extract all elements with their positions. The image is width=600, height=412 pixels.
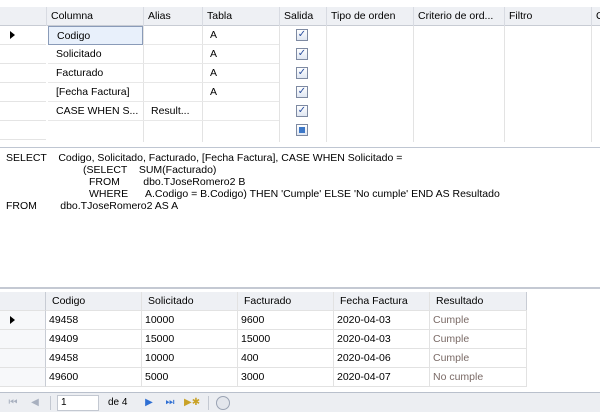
column-header-alias[interactable]: Alias: [143, 7, 202, 26]
criteria-column-cell[interactable]: Solicitado: [48, 45, 143, 64]
sql-line[interactable]: WHERE A.Codigo = B.Codigo) THEN 'Cumple'…: [89, 188, 500, 200]
results-header-row: Codigo Solicitado Facturado Fecha Factur…: [0, 292, 527, 311]
column-header-criterio-orden[interactable]: Criterio de ord...: [413, 7, 504, 26]
row-selector[interactable]: [0, 83, 46, 102]
criteria-row[interactable]: Facturado A ✓: [0, 64, 600, 83]
output-checkbox-indeterminate[interactable]: [296, 124, 308, 136]
criteria-table-cell[interactable]: A: [202, 64, 279, 83]
criteria-column-cell[interactable]: Codigo: [48, 26, 143, 45]
record-navigator: ⏮ ◀ 1 de 4 ▶ ⏭ ▶✱: [0, 392, 600, 412]
result-cell-codigo[interactable]: 49458: [46, 349, 142, 368]
current-row-arrow-icon: [10, 31, 15, 39]
criteria-row[interactable]: [Fecha Factura] A ✓: [0, 83, 600, 102]
criteria-row[interactable]: CASE WHEN S... Result... ✓: [0, 102, 600, 121]
result-cell-facturado[interactable]: 15000: [238, 330, 334, 349]
results-row-selector[interactable]: [0, 330, 46, 349]
result-cell-codigo[interactable]: 49600: [46, 368, 142, 387]
criteria-table-cell[interactable]: [202, 102, 279, 121]
result-cell-fecha[interactable]: 2020-04-03: [334, 330, 430, 349]
results-row-selector[interactable]: [0, 368, 46, 387]
sql-line[interactable]: FROM dbo.TJoseRomero2 B: [89, 176, 245, 188]
record-count-label: de 4: [108, 397, 128, 408]
results-row-selector-header: [0, 292, 46, 311]
next-record-icon[interactable]: ▶: [142, 396, 156, 410]
column-header-filtro[interactable]: Filtro: [504, 7, 591, 26]
column-header-o[interactable]: O: [591, 7, 600, 26]
navigator-separator: [208, 396, 209, 410]
criteria-row[interactable]: Codigo A ✓: [0, 26, 600, 45]
criteria-table-cell[interactable]: A: [202, 45, 279, 64]
result-cell-fecha[interactable]: 2020-04-03: [334, 311, 430, 330]
result-cell-resultado[interactable]: Cumple: [430, 311, 527, 330]
criteria-new-row[interactable]: [0, 121, 600, 140]
output-checkbox[interactable]: ✓: [296, 67, 308, 79]
output-checkbox[interactable]: ✓: [296, 105, 308, 117]
criteria-column-cell[interactable]: CASE WHEN S...: [48, 102, 143, 121]
column-header-tipo-orden[interactable]: Tipo de orden: [326, 7, 413, 26]
row-selector[interactable]: [0, 26, 46, 45]
current-row-arrow-icon: [10, 316, 15, 324]
navigator-separator: [50, 396, 51, 410]
sql-line[interactable]: (SELECT SUM(Facturado): [83, 164, 216, 176]
results-row-selector[interactable]: [0, 349, 46, 368]
output-checkbox[interactable]: ✓: [296, 86, 308, 98]
criteria-table-cell[interactable]: A: [202, 26, 279, 45]
last-record-icon[interactable]: ⏭: [163, 396, 177, 410]
results-header-facturado[interactable]: Facturado: [238, 292, 334, 311]
criteria-row-selector-header: [0, 7, 46, 26]
row-selector[interactable]: [0, 121, 46, 140]
result-cell-solicitado[interactable]: 5000: [142, 368, 238, 387]
result-cell-codigo[interactable]: 49409: [46, 330, 142, 349]
row-selector[interactable]: [0, 64, 46, 83]
criteria-alias-cell[interactable]: Result...: [143, 102, 202, 121]
sql-line[interactable]: FROM dbo.TJoseRomero2 AS A: [6, 200, 178, 212]
results-row-selector[interactable]: [0, 311, 46, 330]
results-header-fecha-factura[interactable]: Fecha Factura: [334, 292, 430, 311]
result-cell-solicitado[interactable]: 10000: [142, 311, 238, 330]
result-cell-codigo[interactable]: 49458: [46, 311, 142, 330]
criteria-alias-cell[interactable]: [143, 26, 202, 45]
row-selector[interactable]: [0, 102, 46, 121]
results-header-codigo[interactable]: Codigo: [46, 292, 142, 311]
result-cell-facturado[interactable]: 9600: [238, 311, 334, 330]
output-checkbox[interactable]: ✓: [296, 48, 308, 60]
column-header-columna[interactable]: Columna: [46, 7, 143, 26]
result-cell-resultado[interactable]: Cumple: [430, 349, 527, 368]
result-cell-resultado[interactable]: No cumple: [430, 368, 527, 387]
criteria-pane: Columna Alias Tabla Salida Tipo de orden…: [0, 0, 600, 147]
criteria-alias-cell[interactable]: [143, 64, 202, 83]
result-cell-fecha[interactable]: 2020-04-06: [334, 349, 430, 368]
sql-line[interactable]: SELECT Codigo, Solicitado, Facturado, [F…: [6, 152, 402, 164]
criteria-table-cell[interactable]: A: [202, 83, 279, 102]
column-header-salida[interactable]: Salida: [279, 7, 326, 26]
current-record-input[interactable]: 1: [57, 395, 99, 411]
sql-pane[interactable]: SELECT Codigo, Solicitado, Facturado, [F…: [0, 147, 600, 287]
output-checkbox[interactable]: ✓: [296, 29, 308, 41]
result-cell-facturado[interactable]: 400: [238, 349, 334, 368]
results-pane: Codigo Solicitado Facturado Fecha Factur…: [0, 287, 600, 392]
previous-record-icon[interactable]: ◀: [28, 396, 42, 410]
new-record-icon[interactable]: ▶✱: [184, 396, 200, 410]
row-selector[interactable]: [0, 45, 46, 64]
stop-icon[interactable]: [216, 396, 230, 410]
result-cell-solicitado[interactable]: 15000: [142, 330, 238, 349]
results-header-solicitado[interactable]: Solicitado: [142, 292, 238, 311]
criteria-alias-cell[interactable]: [143, 83, 202, 102]
result-cell-facturado[interactable]: 3000: [238, 368, 334, 387]
result-cell-resultado[interactable]: Cumple: [430, 330, 527, 349]
criteria-row[interactable]: Solicitado A ✓: [0, 45, 600, 64]
first-record-icon[interactable]: ⏮: [6, 396, 20, 410]
result-cell-solicitado[interactable]: 10000: [142, 349, 238, 368]
results-header-resultado[interactable]: Resultado: [430, 292, 527, 311]
criteria-header-row: Columna Alias Tabla Salida Tipo de orden…: [0, 7, 600, 26]
result-cell-fecha[interactable]: 2020-04-07: [334, 368, 430, 387]
criteria-column-cell[interactable]: [Fecha Factura]: [48, 83, 143, 102]
criteria-alias-cell[interactable]: [143, 45, 202, 64]
column-header-tabla[interactable]: Tabla: [202, 7, 279, 26]
criteria-column-cell[interactable]: Facturado: [48, 64, 143, 83]
